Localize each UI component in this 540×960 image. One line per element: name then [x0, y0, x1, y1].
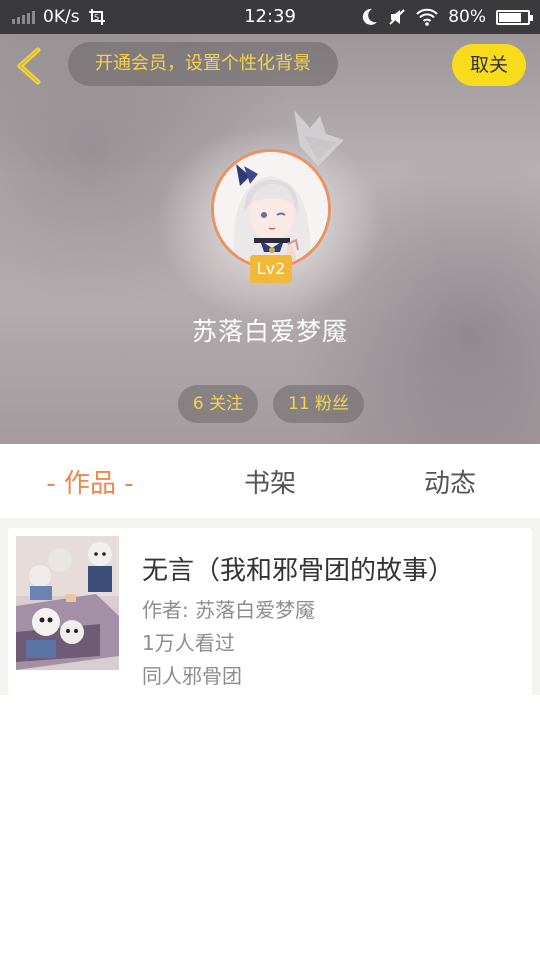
works-list: 无言（我和邪骨团的故事） 作者: 苏落白爱梦魇 1万人看过 同人邪骨团 — [0, 518, 540, 695]
profile-page: 0K/s S 12:39 80% 开通会员，设置个性化背景 取关 Lv2 苏落白… — [0, 0, 540, 960]
tab-bookshelf[interactable]: 书架 — [180, 444, 360, 518]
tab-bookshelf-label: 书架 — [243, 469, 296, 499]
tab-active-marker: - — [124, 469, 134, 499]
list-item[interactable]: 无言（我和邪骨团的故事） 作者: 苏落白爱梦魇 1万人看过 同人邪骨团 — [8, 528, 532, 695]
unfollow-button[interactable]: 取关 — [452, 44, 526, 86]
level-badge: Lv2 — [250, 255, 292, 283]
moon-icon — [363, 8, 378, 25]
book-title[interactable]: 无言（我和邪骨团的故事） — [142, 550, 454, 587]
following-count[interactable]: 6 关注 — [178, 385, 258, 423]
tab-works[interactable]: - 作品 - — [0, 444, 180, 518]
username: 苏落白爱梦魇 — [191, 317, 348, 346]
book-author: 作者: 苏落白爱梦魇 — [142, 598, 316, 622]
book-cover — [16, 536, 119, 670]
profile-tabs: - 作品 - 书架 动态 — [0, 444, 540, 518]
tab-activity-label: 动态 — [423, 469, 476, 499]
battery-percent: 80% — [448, 7, 486, 27]
battery-icon — [496, 9, 533, 25]
wifi-icon — [416, 8, 438, 26]
tab-active-marker: - — [46, 469, 56, 499]
mute-icon — [389, 9, 405, 25]
vip-background-banner[interactable]: 开通会员，设置个性化背景 — [68, 42, 338, 86]
tab-activity[interactable]: 动态 — [360, 444, 540, 518]
book-category: 同人邪骨团 — [142, 664, 242, 688]
book-views: 1万人看过 — [142, 631, 235, 655]
back-button[interactable] — [12, 46, 48, 86]
avatar[interactable] — [211, 149, 331, 269]
chevron-left-icon — [17, 47, 41, 85]
fans-count[interactable]: 11 粉丝 — [273, 385, 364, 423]
profile-header: 开通会员，设置个性化背景 取关 Lv2 苏落白爱梦魇 6 关注 11 粉丝 — [0, 34, 540, 444]
status-bar: 0K/s S 12:39 80% — [0, 0, 540, 34]
tab-works-label: 作品 — [63, 469, 116, 499]
